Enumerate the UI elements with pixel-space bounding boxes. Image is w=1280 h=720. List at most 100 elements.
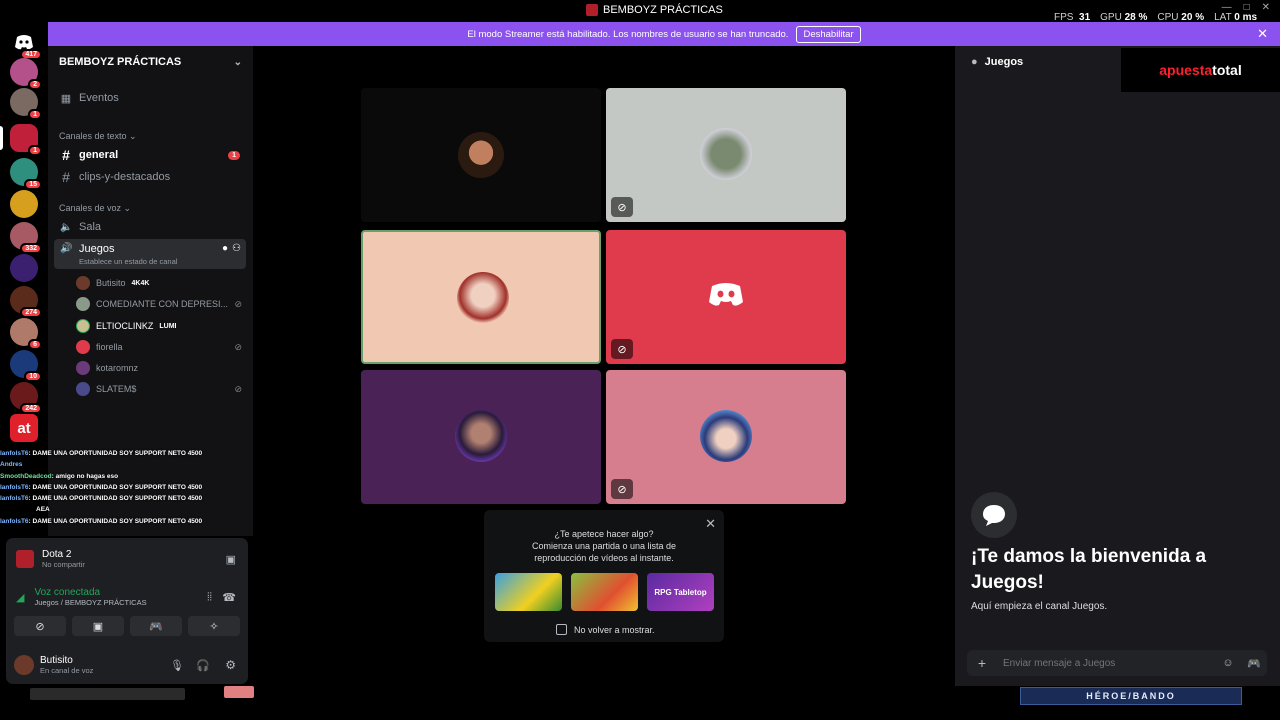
muted-mic-icon: ⊘ [611,479,633,499]
notification-badge: 274 [20,307,42,318]
muted-icon: ⊘ [234,341,242,352]
title-bar: BEMBOYZ PRÁCTICAS FPS 31 GPU 28 % CPU 20… [0,0,1280,23]
channel-clips[interactable]: # clips-y-destacados [54,167,246,187]
voice-location[interactable]: Juegos / BEMBOYZ PRÁCTICAS [34,598,146,607]
voice-member[interactable]: SLATEM$ ⊘ [76,380,246,398]
noise-suppression-icon[interactable]: ⦙⦙ [207,591,212,604]
chat-bubble-icon[interactable]: ● [222,243,228,254]
voice-member[interactable]: ELTIOCLINKZ LUMI [76,317,246,335]
hash-icon: # [62,147,70,163]
voice-status[interactable]: Voz conectada [34,587,146,598]
voice-member[interactable]: kotaromnz [76,359,246,377]
game-sub: No compartir [42,560,85,569]
checkbox[interactable] [556,624,567,635]
notification-badge: 10 [24,371,42,382]
add-user-icon[interactable]: ⚇ [232,243,241,254]
server-header[interactable]: BEMBOYZ PRÁCTICAS ⌄ [48,46,253,78]
member-name: COMEDIANTE CON DEPRESI... [96,299,229,309]
server-icon-active[interactable]: 1 [10,124,42,156]
avatar[interactable] [14,655,34,675]
server-icon[interactable]: 15 [10,158,42,190]
muted-icon: ⊘ [234,383,242,394]
server-icon[interactable]: 1 [10,88,42,120]
voice-member[interactable]: COMEDIANTE CON DEPRESI... ⊘ [76,295,246,313]
participant-tile[interactable]: ⊘ [606,370,846,504]
activity-button[interactable]: 🎮 [130,616,182,636]
disable-streamer-button[interactable]: Deshabilitar [796,25,861,43]
channel-status[interactable]: Establece un estado de canal [79,257,177,266]
server-icon[interactable]: 6 [10,318,42,350]
activity-prompt: ¿Te apetece hacer algo? Comienza una par… [531,529,677,563]
close-icon[interactable]: ✕ [1257,26,1268,42]
chat-line: AEA [36,506,50,514]
banner-text: El modo Streamer está habilitado. Los no… [467,28,789,40]
participant-tile[interactable] [361,88,601,222]
headphones-icon[interactable]: 🎧 [196,659,210,672]
hero-bando-label: HÉROE/BANDO [1020,687,1242,705]
voice-member[interactable]: fiorella ⊘ [76,338,246,356]
maximize-icon[interactable]: □ [1244,2,1250,13]
account-row: Butisito En canal de voz 🎙 🎧 ⚙ [6,652,248,678]
gear-icon[interactable]: ⚙ [225,658,236,672]
chat-channel-name: Juegos [984,56,1024,68]
message-input[interactable] [1003,657,1215,669]
server-icon[interactable]: 2 [10,58,42,90]
voice-channel-sala[interactable]: 🔈 Sala [54,217,246,237]
member-name: SLATEM$ [96,384,137,394]
chat-bubble-icon: ● [971,56,978,68]
avatar [76,382,90,396]
server-icon[interactable] [10,254,38,282]
server-icon[interactable]: 332 [10,222,42,254]
channel-label: general [79,149,119,161]
add-attachment-icon[interactable]: + [967,655,997,671]
camera-off-button[interactable]: ⊘ [14,616,66,636]
participant-tile[interactable]: ⊘ [606,230,846,364]
notification-badge: 1 [28,109,42,120]
voice-member[interactable]: Butisito 4K4K [76,274,246,292]
user-panel: Dota 2 No compartir ▣ ◢ Voz conectada Ju… [6,538,248,684]
home-button[interactable]: 417 [10,28,42,60]
activity-suggestion-popup: ✕ ¿Te apetece hacer algo? Comienza una p… [484,510,724,642]
server-icon[interactable]: 10 [10,350,42,382]
participant-tile[interactable]: ⊘ [606,88,846,222]
events-item[interactable]: ▦ Eventos [54,88,246,108]
channel-label: Juegos [79,243,115,255]
participant-tile-speaking[interactable] [361,230,601,364]
microphone-icon[interactable]: 🎙 [170,659,184,672]
channel-label: clips-y-destacados [79,171,171,183]
activity-icon[interactable]: 🎮 [1241,657,1267,670]
activity-card-rpg-tabletop[interactable]: RPG Tabletop [647,573,714,611]
window-controls: — □ ✕ [1222,2,1270,13]
server-icon-at[interactable]: at [10,414,38,442]
disconnect-icon[interactable]: ☎ [222,591,236,604]
window-title: BEMBOYZ PRÁCTICAS [586,4,723,16]
dont-show-again[interactable]: No volver a mostrar. [556,624,655,635]
avatar [76,340,90,354]
voice-channel-juegos[interactable]: 🔊 Juegos Establece un estado de canal ● … [54,239,246,269]
share-screen-button[interactable]: ▣ [72,616,124,636]
screen-share-icon[interactable]: ▣ [226,553,236,566]
chat-line: SmoothDeadcod: amigo no hagas eso [0,472,119,480]
member-tag: LUMI [159,322,177,330]
server-icon[interactable]: 242 [10,382,42,414]
avatar [76,319,90,333]
minimize-icon[interactable]: — [1222,2,1232,13]
participant-tile[interactable] [361,370,601,504]
calendar-icon: ▦ [60,92,72,105]
activity-card-game-2[interactable] [571,573,638,611]
soundboard-button[interactable]: ✧ [188,616,240,636]
emoji-icon[interactable]: ☺ [1215,657,1241,669]
server-icon[interactable]: 274 [10,286,42,318]
activity-card-game-1[interactable] [495,573,562,611]
notification-badge: 1 [28,145,42,156]
close-window-icon[interactable]: ✕ [1262,2,1270,13]
text-category[interactable]: Canales de texto ⌄ [59,131,137,142]
channel-general[interactable]: # general 1 [54,145,246,165]
member-name: ELTIOCLINKZ [96,321,154,331]
member-tag: 4K4K [131,279,150,287]
game-minimap-thumb [224,686,254,698]
notification-badge: 242 [20,403,42,414]
voice-category[interactable]: Canales de voz ⌄ [59,203,131,214]
server-icon[interactable] [10,190,38,218]
active-server-indicator [0,126,3,150]
